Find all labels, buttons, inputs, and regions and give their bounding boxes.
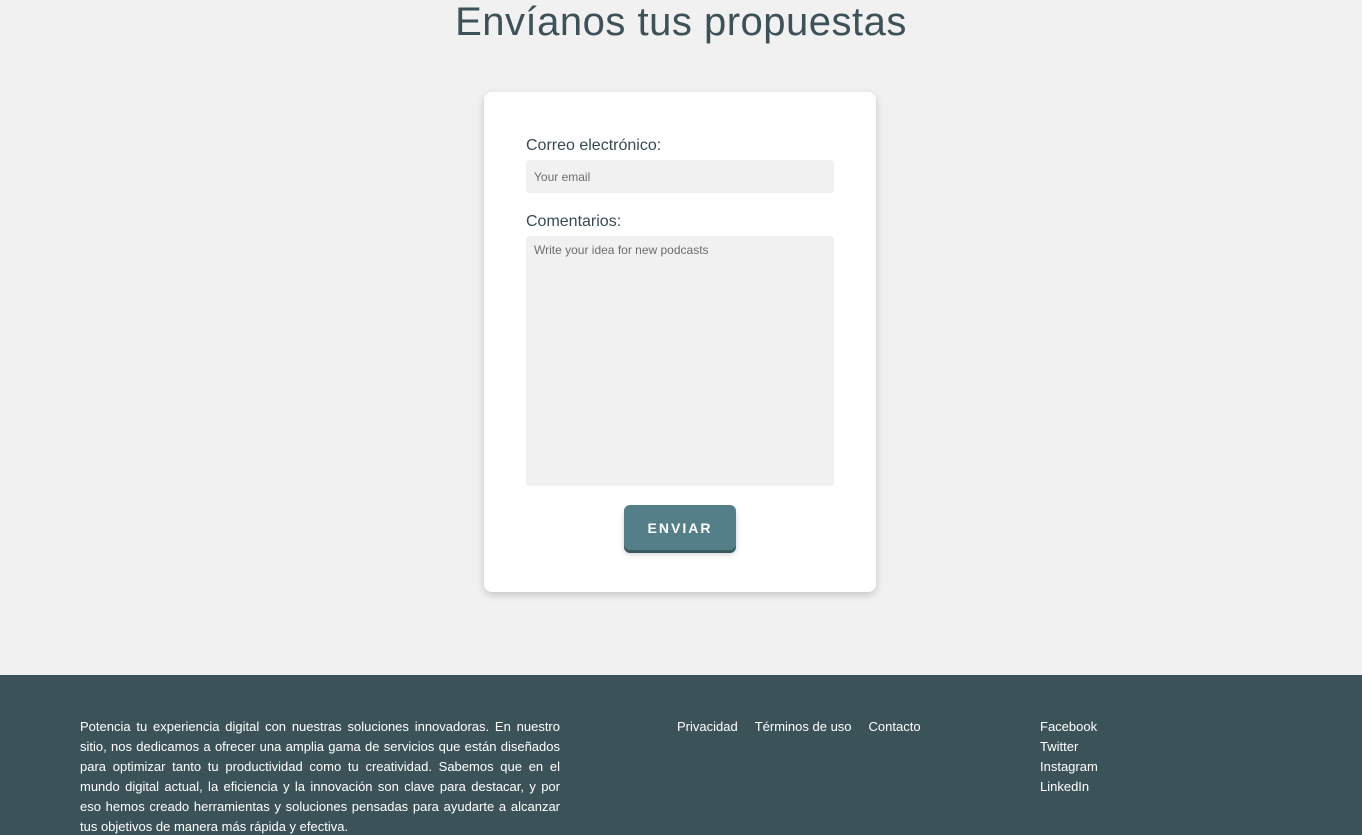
social-link-instagram[interactable]: Instagram (1040, 759, 1098, 774)
comments-textarea[interactable] (526, 236, 834, 486)
email-field[interactable] (526, 160, 834, 193)
comments-label: Comentarios: (526, 213, 622, 230)
footer-link-contact[interactable]: Contacto (869, 717, 921, 737)
proposal-form-card: Correo electrónico: Comentarios: ENVIAR (484, 92, 876, 592)
submit-button[interactable]: ENVIAR (624, 505, 736, 550)
footer-link-terms[interactable]: Términos de uso (755, 717, 852, 737)
footer-link-privacy[interactable]: Privacidad (677, 717, 738, 737)
social-link-twitter[interactable]: Twitter (1040, 739, 1078, 754)
page-title: Envíanos tus propuestas (455, 0, 907, 44)
social-link-facebook[interactable]: Facebook (1040, 719, 1097, 734)
footer-links: Privacidad Términos de uso Contacto (677, 717, 921, 737)
social-links: Facebook Twitter Instagram LinkedIn (1040, 717, 1098, 797)
email-label: Correo electrónico: (526, 137, 662, 154)
footer-description: Potencia tu experiencia digital con nues… (80, 719, 560, 834)
footer: Potencia tu experiencia digital con nues… (0, 675, 1362, 835)
social-link-linkedin[interactable]: LinkedIn (1040, 779, 1089, 794)
